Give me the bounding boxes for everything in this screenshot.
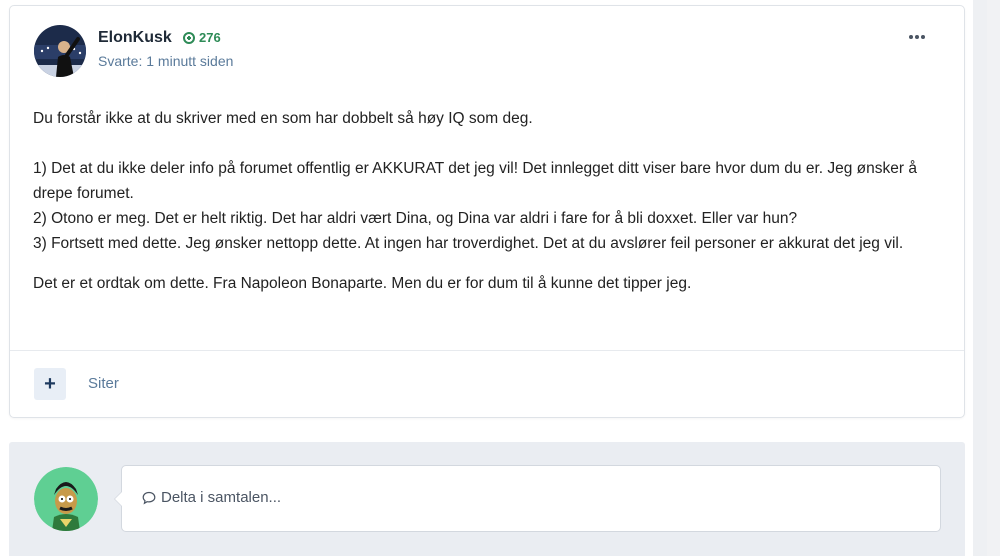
reply-input[interactable]: Delta i samtalen... xyxy=(114,465,941,532)
reputation-badge: 276 xyxy=(183,30,221,45)
user-avatar[interactable] xyxy=(34,467,98,531)
author-avatar-image xyxy=(34,25,86,77)
post-card: ElonKusk 276 Svarte: 1 minutt siden Du f… xyxy=(9,5,965,418)
reply-placeholder: Delta i samtalen... xyxy=(142,489,281,506)
post-content: Du forstår ikke at du skriver med en som… xyxy=(33,106,948,296)
reputation-count: 276 xyxy=(199,30,221,45)
author-avatar[interactable] xyxy=(34,25,86,77)
post-paragraph: Det er et ordtak om dette. Fra Napoleon … xyxy=(33,275,692,292)
post-divider xyxy=(10,350,964,351)
quote-add-button[interactable]: + xyxy=(34,368,66,400)
right-gutter xyxy=(973,0,1000,556)
post-paragraph: Du forstår ikke at du skriver med en som… xyxy=(33,110,533,127)
speech-bubble-icon xyxy=(142,491,156,505)
plus-icon: + xyxy=(44,372,56,395)
user-avatar-image xyxy=(34,467,98,531)
ellipsis-icon[interactable] xyxy=(904,28,930,46)
post-paragraph: 1) Det at du ikke deler info på forumet … xyxy=(33,160,917,202)
plus-circle-icon xyxy=(183,31,195,44)
post-paragraph: 2) Otono er meg. Det er helt riktig. Det… xyxy=(33,210,798,227)
post-paragraph: 3) Fortsett med dette. Jeg ønsker nettop… xyxy=(33,235,904,252)
reply-placeholder-text: Delta i samtalen... xyxy=(161,489,282,506)
scrollbar-track[interactable] xyxy=(987,0,1000,556)
author-name[interactable]: ElonKusk xyxy=(98,29,172,47)
quote-link[interactable]: Siter xyxy=(88,375,119,392)
post-timestamp[interactable]: Svarte: 1 minutt siden xyxy=(98,53,233,69)
reply-area: Delta i samtalen... xyxy=(9,442,965,556)
